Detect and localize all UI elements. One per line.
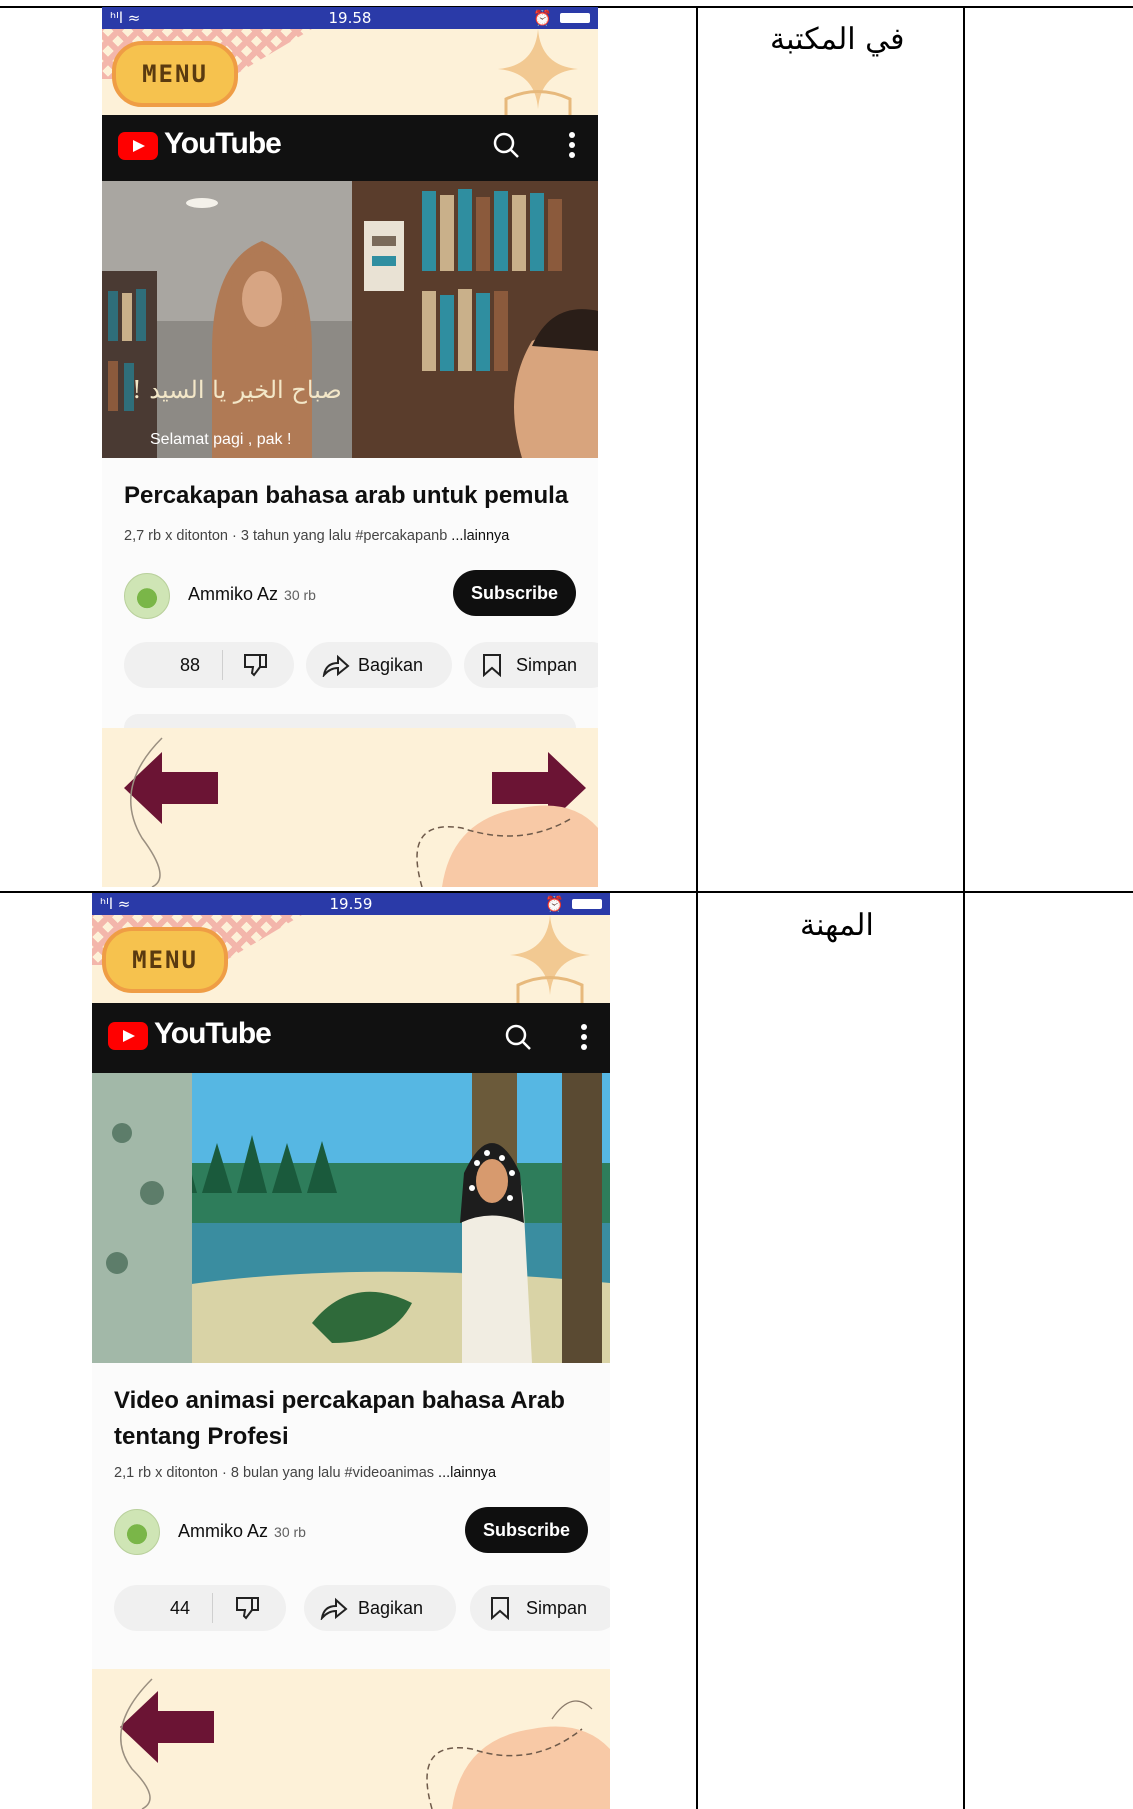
share-button[interactable]: Bagikan <box>306 642 452 688</box>
save-button[interactable]: Simpan <box>470 1585 610 1631</box>
status-bar: ʰᴵl ≈ 19.58 ⏰ <box>102 7 598 29</box>
bookmark-icon <box>483 654 501 677</box>
swirl-decoration <box>120 1678 610 1809</box>
meta-more-link[interactable]: ...lainnya <box>438 1465 496 1481</box>
like-dislike-pill[interactable]: 44 <box>114 1585 286 1631</box>
video-subtitle-indonesian: Selamat pagi , pak ! <box>150 431 292 448</box>
battery-icon <box>572 899 602 909</box>
bookmark-icon <box>491 1597 509 1620</box>
subscriber-count: 30 rb <box>274 1524 306 1540</box>
youtube-logo-icon <box>108 1022 148 1050</box>
channel-name-text: Ammiko Az <box>188 584 279 604</box>
youtube-top-bar: YouTube <box>92 1003 610 1073</box>
search-icon[interactable] <box>504 1023 532 1051</box>
video-info-panel: Video animasi percakapan bahasa Arab ten… <box>92 1363 610 1669</box>
status-time: 19.58 <box>328 9 372 27</box>
video-meta-text: 2,7 rb x ditonton · 3 tahun yang lalu #p… <box>124 528 448 544</box>
alarm-icon: ⏰ <box>533 9 552 27</box>
app-header-decoration: MENU <box>102 29 598 129</box>
battery-icon <box>560 13 590 23</box>
phone-screenshot-profession: ʰᴵl ≈ 19.59 ⏰ MENU YouTube Video animasi… <box>92 893 610 1809</box>
row-1-label: في المكتبة <box>770 22 905 57</box>
like-count[interactable]: 88 <box>180 642 200 688</box>
thumbs-down-icon[interactable] <box>234 1596 260 1620</box>
status-time: 19.59 <box>329 895 373 913</box>
video-subtitle-arabic: صباح الخير يا السيد ! <box>132 376 342 404</box>
avatar[interactable] <box>114 1509 160 1555</box>
menu-button[interactable]: MENU <box>102 927 228 993</box>
save-button[interactable]: Simpan <box>464 642 598 688</box>
video-title[interactable]: Video animasi percakapan bahasa Arab ten… <box>114 1383 584 1455</box>
video-meta[interactable]: 2,7 rb x ditonton · 3 tahun yang lalu #p… <box>124 528 509 544</box>
video-player-library[interactable]: صباح الخير يا السيد ! Selamat pagi , pak… <box>102 181 598 458</box>
app-footer-decoration <box>92 1669 610 1809</box>
video-meta[interactable]: 2,1 rb x ditonton · 8 bulan yang lalu #v… <box>114 1465 496 1481</box>
save-label: Simpan <box>516 655 578 675</box>
search-icon[interactable] <box>492 131 520 159</box>
outdoor-scene-illustration <box>92 1073 610 1363</box>
more-vertical-icon[interactable] <box>568 131 576 159</box>
youtube-wordmark: YouTube <box>154 1017 272 1050</box>
video-player-profession[interactable] <box>92 1073 610 1363</box>
like-dislike-pill[interactable]: 88 <box>124 642 294 688</box>
menu-button[interactable]: MENU <box>112 41 238 107</box>
youtube-top-bar: YouTube <box>102 115 598 181</box>
share-label: Bagikan <box>358 1598 424 1618</box>
share-icon <box>320 1597 348 1620</box>
video-info-panel: Percakapan bahasa arab untuk pemula 2,7 … <box>102 458 598 744</box>
share-label: Bagikan <box>358 655 424 675</box>
pill-separator <box>212 1593 213 1623</box>
table-col-divider-2 <box>963 6 965 1809</box>
meta-more-link[interactable]: ...lainnya <box>451 528 509 544</box>
library-scene-illustration <box>102 181 598 458</box>
app-header-decoration: MENU <box>92 915 610 1015</box>
subscribe-button[interactable]: Subscribe <box>464 1507 588 1553</box>
channel-name[interactable]: Ammiko Az 30 rb <box>188 584 316 605</box>
like-count[interactable]: 44 <box>170 1585 190 1631</box>
document-table: في المكتبة المهنة ʰᴵl ≈ 19.58 ⏰ MENU You… <box>0 0 1133 1809</box>
subscribe-button[interactable]: Subscribe <box>452 570 576 616</box>
video-meta-text: 2,1 rb x ditonton · 8 bulan yang lalu #v… <box>114 1465 435 1481</box>
share-icon <box>322 654 350 677</box>
save-label: Simpan <box>526 1598 588 1618</box>
video-title[interactable]: Percakapan bahasa arab untuk pemula <box>124 478 584 514</box>
subscriber-count: 30 rb <box>284 587 316 603</box>
sparkle-star-icon <box>498 29 578 129</box>
avatar[interactable] <box>124 573 170 619</box>
swirl-decoration <box>130 737 598 887</box>
more-vertical-icon[interactable] <box>580 1023 588 1051</box>
phone-screenshot-library: ʰᴵl ≈ 19.58 ⏰ MENU YouTube صباح الخير يا… <box>102 7 598 887</box>
alarm-icon: ⏰ <box>545 895 564 913</box>
channel-name-text: Ammiko Az <box>178 1521 269 1541</box>
row-2-label: المهنة <box>800 908 874 943</box>
sparkle-star-icon <box>510 915 590 1015</box>
share-button[interactable]: Bagikan <box>304 1585 456 1631</box>
thumbs-down-icon[interactable] <box>242 653 268 677</box>
youtube-logo-icon <box>118 132 158 160</box>
table-col-divider-1 <box>696 6 698 1809</box>
youtube-wordmark: YouTube <box>164 127 282 160</box>
app-footer-decoration <box>102 728 598 887</box>
channel-name[interactable]: Ammiko Az 30 rb <box>178 1521 306 1542</box>
pill-separator <box>222 650 223 680</box>
status-bar: ʰᴵl ≈ 19.59 ⏰ <box>92 893 610 915</box>
